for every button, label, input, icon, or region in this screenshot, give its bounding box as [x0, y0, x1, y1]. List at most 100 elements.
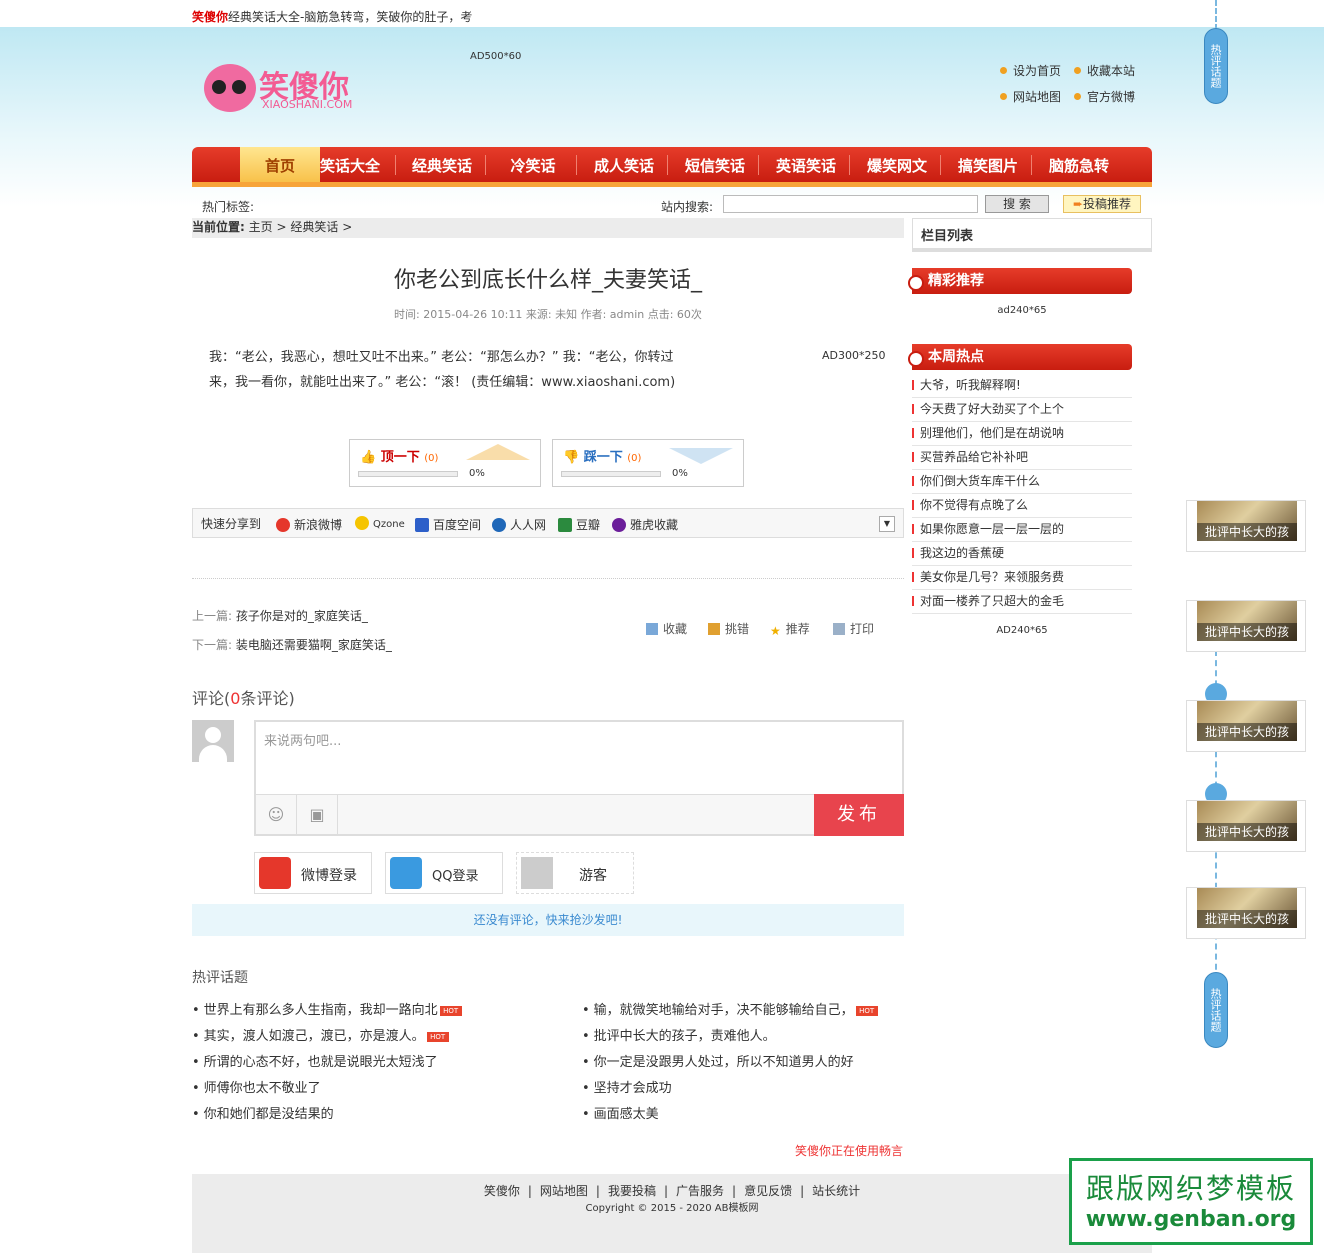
week-hot-item[interactable]: 如果你愿意一层一层一层的	[912, 518, 1132, 542]
hot-topics-tab-bottom[interactable]: 热评话题	[1204, 972, 1228, 1048]
footer-link-sitemap[interactable]: 网站地图	[540, 1184, 588, 1198]
hot-topic-item[interactable]: 输，就微笑地输给对手，决不能够输给自己，HOT	[582, 999, 878, 1018]
header-ad[interactable]: AD500*60	[470, 51, 521, 62]
footer-link-ads[interactable]: 广告服务	[676, 1184, 724, 1198]
official-weibo-link[interactable]: 官方微博	[1074, 88, 1148, 114]
weibo-login-button[interactable]: 微博登录	[254, 852, 372, 894]
hot-topic-card[interactable]: 批评中长大的孩	[1186, 800, 1306, 852]
hot-topic-card[interactable]: 批评中长大的孩	[1186, 887, 1306, 939]
hot-topic-text: 输，就微笑地输给对手，决不能够输给自己，	[593, 1003, 854, 1018]
nav-divider	[849, 155, 850, 175]
qq-login-button[interactable]: QQ登录	[385, 852, 503, 894]
card-caption: 批评中长大的孩	[1197, 723, 1297, 741]
article-ad[interactable]: AD300*250	[822, 349, 886, 362]
share-yahoo[interactable]: 雅虎收藏	[612, 516, 678, 533]
nav-item-adult[interactable]: 成人笑话	[579, 147, 669, 182]
hot-topic-item[interactable]: 批评中长大的孩子，责难他人。	[582, 1025, 776, 1044]
guest-icon	[521, 857, 553, 889]
week-hot-item[interactable]: 别理他们，他们是在胡说呐	[912, 422, 1132, 446]
hot-topic-card[interactable]: 批评中长大的孩	[1186, 700, 1306, 752]
week-hot-item[interactable]: 今天费了好大劲买了个上个	[912, 398, 1132, 422]
footer-link-feedback[interactable]: 意见反馈	[744, 1184, 792, 1198]
changyan-notice[interactable]: 笑傻你正在使用畅言	[795, 1142, 903, 1159]
guest-login-label: 游客	[579, 868, 607, 884]
share-bar: 快速分享到 新浪微博 Qzone 百度空间 人人网 豆瓣 雅虎收藏 ▼	[192, 508, 904, 538]
nav-divider	[758, 155, 759, 175]
nav-item-web-articles[interactable]: 爆笑网文	[852, 147, 942, 182]
week-hot-item[interactable]: 对面一楼养了只超大的金毛	[912, 590, 1132, 614]
week-hot-heading: 本周热点	[908, 344, 1132, 370]
hot-topic-item[interactable]: 你一定是没跟男人处过，所以不知道男人的好	[582, 1051, 854, 1070]
prev-article: 上一篇: 孩子你是对的_家庭笑话_	[192, 607, 368, 624]
sidebar-ad[interactable]: AD240*65	[912, 625, 1132, 636]
week-hot-item[interactable]: 买营养品给它补补吧	[912, 446, 1132, 470]
nav-item-jokes-all[interactable]: 笑话大全	[305, 147, 395, 182]
footer-link-submit[interactable]: 我要投稿	[608, 1184, 656, 1198]
emoji-icon[interactable]: ☺	[256, 795, 297, 834]
favorite-tool[interactable]: 收藏	[646, 620, 687, 637]
share-douban[interactable]: 豆瓣	[558, 516, 600, 533]
bookmark-link[interactable]: 收藏本站	[1074, 62, 1148, 88]
share-renren[interactable]: 人人网	[492, 516, 546, 533]
nav-item-cold[interactable]: 冷笑话	[488, 147, 578, 182]
search-input[interactable]	[723, 195, 978, 213]
week-hot-item[interactable]: 美女你是几号？来领服务费	[912, 566, 1132, 590]
week-hot-item[interactable]: 我这边的香蕉硬	[912, 542, 1132, 566]
hot-topic-card[interactable]: 批评中长大的孩	[1186, 500, 1306, 552]
nav-item-english[interactable]: 英语笑话	[761, 147, 851, 182]
hot-topic-item[interactable]: 世界上有那么多人生指南，我却一路向北HOT	[192, 999, 462, 1018]
column-list-title: 栏目列表	[921, 229, 974, 244]
hot-topic-item[interactable]: 画面感太美	[582, 1103, 659, 1122]
recommend-tool[interactable]: ★ 推荐	[770, 620, 810, 638]
next-article-link[interactable]: 装电脑还需要猫啊_家庭笑话_	[236, 638, 392, 652]
site-logo[interactable]: 笑傻你 XIAOSHANI.COM	[204, 58, 374, 118]
slogan: 经典笑话大全-脑筋急转弯，笑破你的肚子，考	[228, 10, 473, 24]
divider	[192, 578, 904, 579]
vote-down-count: (0)	[627, 453, 642, 464]
sitemap-link[interactable]: 网站地图	[1000, 88, 1074, 114]
vote-down-label: 踩一下	[583, 450, 623, 465]
nav-item-classic[interactable]: 经典笑话	[397, 147, 487, 182]
hot-topic-item[interactable]: 师傅你也太不敬业了	[192, 1077, 321, 1096]
nav-item-funny-pics[interactable]: 搞笑图片	[943, 147, 1033, 182]
week-hot-item[interactable]: 你不觉得有点晚了么	[912, 494, 1132, 518]
breadcrumb-classic[interactable]: 经典笑话	[290, 220, 338, 234]
hot-topics-tab-top[interactable]: 热评话题	[1204, 28, 1228, 104]
prev-article-link[interactable]: 孩子你是对的_家庭笑话_	[236, 609, 368, 623]
print-tool[interactable]: 打印	[833, 620, 874, 637]
brand-name[interactable]: 笑傻你	[192, 10, 228, 24]
share-baidu[interactable]: 百度空间	[415, 516, 481, 533]
hot-topic-item[interactable]: 坚持才会成功	[582, 1077, 672, 1096]
nav-divider	[395, 155, 396, 175]
star-icon: ★	[770, 624, 781, 638]
week-hot-item[interactable]: 你们倒大货车库干什么	[912, 470, 1132, 494]
hot-topic-card[interactable]: 批评中长大的孩	[1186, 600, 1306, 652]
share-weibo[interactable]: 新浪微博	[276, 516, 342, 533]
copyright: Copyright © 2015 - 2020 AB模板网	[585, 1203, 759, 1214]
set-homepage-link[interactable]: 设为首页	[1000, 62, 1074, 88]
vote-down-button[interactable]: 👎 踩一下 (0) 0%	[552, 439, 744, 487]
share-dropdown-button[interactable]: ▼	[879, 516, 895, 532]
image-icon[interactable]: ▣	[297, 795, 338, 834]
next-article: 下一篇: 装电脑还需要猫啊_家庭笑话_	[192, 636, 392, 653]
report-error-tool[interactable]: 挑错	[708, 620, 749, 637]
guest-login-button[interactable]: 游客	[516, 852, 634, 894]
footer-link-home[interactable]: 笑傻你	[484, 1184, 520, 1198]
publish-button[interactable]: 发布	[814, 794, 904, 836]
nav-item-sms[interactable]: 短信笑话	[670, 147, 760, 182]
article-meta: 时间: 2015-04-26 10:11 来源: 未知 作者: admin 点击…	[394, 308, 702, 321]
sidebar-ad[interactable]: ad240*65	[912, 305, 1132, 316]
hot-topic-item[interactable]: 其实，渡人如渡己，渡已，亦是渡人。HOT	[192, 1025, 449, 1044]
breadcrumb-home[interactable]: 主页	[249, 220, 273, 234]
week-hot-item[interactable]: 大爷，听我解释啊!	[912, 374, 1132, 398]
hot-topic-item[interactable]: 所谓的心态不好，也就是说眼光太短浅了	[192, 1051, 438, 1070]
footer-link-stats[interactable]: 站长统计	[812, 1184, 860, 1198]
share-yahoo-label: 雅虎收藏	[630, 518, 679, 532]
search-button[interactable]: 搜 索	[985, 195, 1049, 213]
share-qzone[interactable]: Qzone	[355, 516, 405, 530]
nav-item-brain-teasers[interactable]: 脑筋急转	[1034, 147, 1124, 182]
comment-box[interactable]: 来说两句吧... ☺ ▣ 发布	[254, 720, 904, 836]
hot-topic-item[interactable]: 你和她们都是没结果的	[192, 1103, 334, 1122]
vote-up-button[interactable]: 👍 顶一下 (0) 0%	[349, 439, 541, 487]
submit-recommend-button[interactable]: ➨投稿推荐	[1063, 195, 1141, 213]
